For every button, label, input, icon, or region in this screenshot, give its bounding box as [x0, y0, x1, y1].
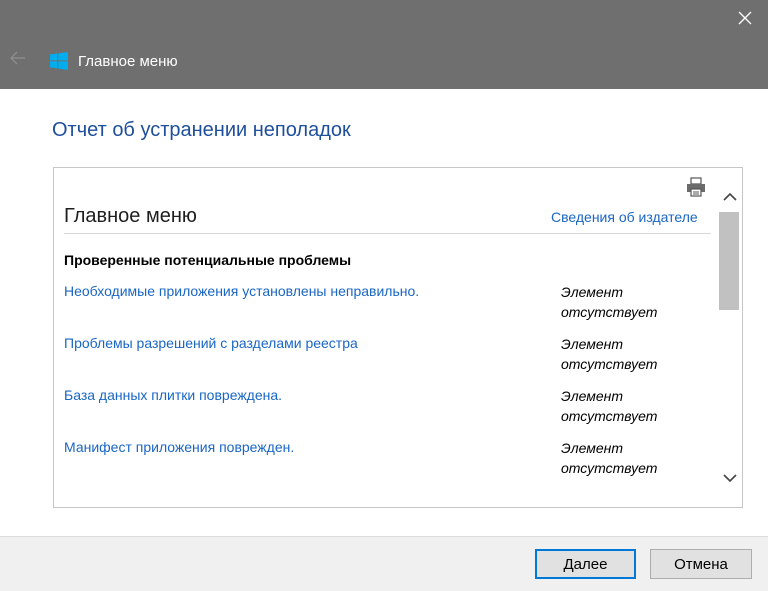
chevron-up-icon [723, 188, 737, 206]
scroll-track[interactable] [717, 212, 742, 464]
problem-row: База данных плитки повреждена. Элемент о… [64, 386, 714, 430]
publisher-details-link[interactable]: Сведения об издателе [551, 208, 698, 226]
problem-status: Элемент отсутствует [561, 284, 658, 320]
problem-link[interactable]: Манифест приложения поврежден. [64, 438, 294, 456]
cancel-button[interactable]: Отмена [650, 549, 752, 579]
problem-row: Необходимые приложения установлены непра… [64, 282, 714, 326]
section-title: Главное меню [64, 205, 197, 227]
scroll-down-button[interactable] [717, 467, 742, 491]
problem-status: Элемент отсутствует [561, 440, 658, 476]
scroll-up-button[interactable] [717, 185, 742, 209]
close-icon [738, 11, 752, 30]
problem-status: Элемент отсутствует [561, 336, 658, 372]
problem-link[interactable]: Необходимые приложения установлены непра… [64, 282, 419, 300]
problem-link[interactable]: Проблемы разрешений с разделами реестра [64, 334, 358, 352]
window-title: Главное меню [78, 53, 178, 70]
windows-logo-icon [50, 52, 68, 70]
close-button[interactable] [722, 0, 768, 40]
page-title: Отчет об устранении неполадок [52, 119, 351, 141]
problem-status: Элемент отсутствует [561, 388, 658, 424]
problem-row: Проблемы разрешений с разделами реестра … [64, 334, 714, 378]
next-button[interactable]: Далее [535, 549, 636, 579]
problem-row: Манифест приложения поврежден. Элемент о… [64, 438, 714, 482]
printer-icon[interactable] [685, 176, 707, 198]
report-scrollbar[interactable] [717, 168, 742, 507]
section-divider [64, 233, 711, 234]
back-arrow-icon [10, 51, 26, 70]
problems-heading: Проверенные потенциальные проблемы [64, 252, 352, 268]
window-titlebar: Главное меню [0, 0, 768, 89]
scroll-thumb[interactable] [719, 212, 739, 310]
dialog-footer: Далее Отмена [0, 536, 768, 591]
report-panel: Главное меню Сведения об издателе Провер… [53, 167, 743, 508]
problem-link[interactable]: База данных плитки повреждена. [64, 386, 282, 404]
back-button[interactable] [8, 50, 28, 70]
chevron-down-icon [723, 470, 737, 488]
